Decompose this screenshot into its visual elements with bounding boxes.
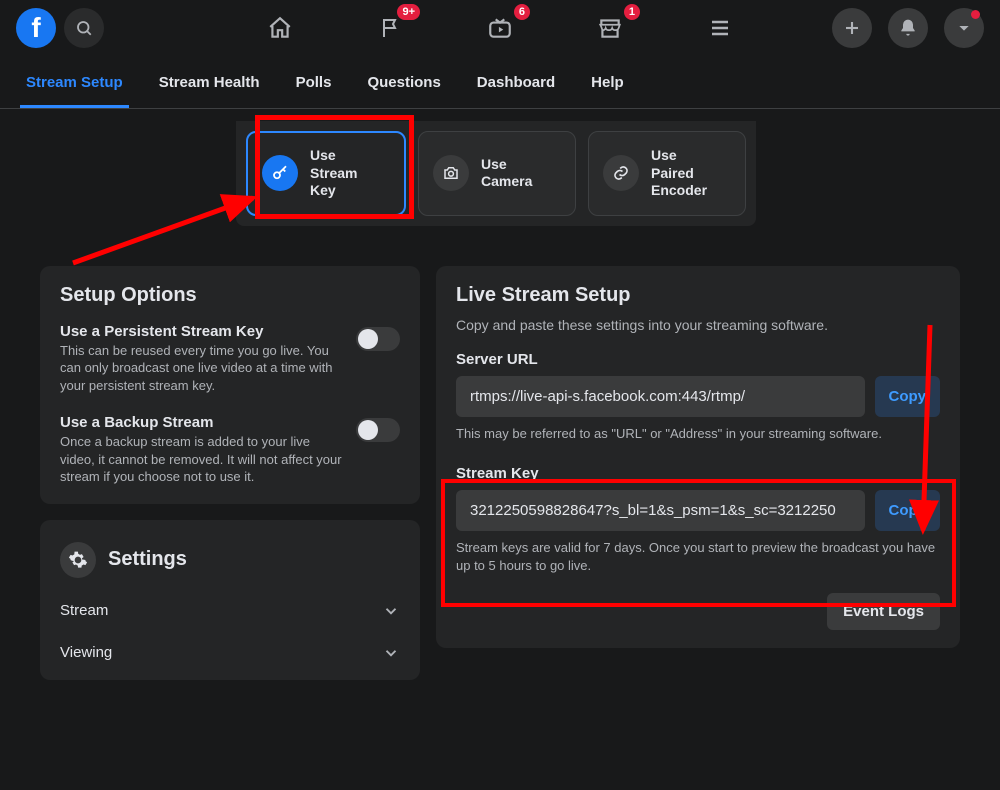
method-label: Use Stream Key [310,147,357,200]
marketplace-badge: 1 [624,4,640,20]
watch-icon [487,15,513,41]
watch-badge: 6 [514,4,530,20]
link-icon [603,155,639,191]
live-sub: Copy and paste these settings into your … [456,317,940,333]
toggle-persistent-key[interactable] [356,327,400,351]
option-backup-stream: Use a Backup Stream Once a backup stream… [60,408,400,486]
pages-badge: 9+ [397,4,420,20]
setup-options-panel: Setup Options Use a Persistent Stream Ke… [40,266,420,504]
settings-title: Settings [108,548,187,571]
top-bar: f 9+ 6 1 [0,0,1000,56]
bell-icon [898,18,918,38]
setup-options-title: Setup Options [60,284,400,307]
stream-key-hint: Stream keys are valid for 7 days. Once y… [456,539,940,575]
live-stream-setup-panel: Live Stream Setup Copy and paste these s… [436,266,960,649]
method-label: Use Paired Encoder [651,147,707,200]
account-button[interactable] [944,8,984,48]
caret-down-icon [956,20,972,36]
settings-row-viewing[interactable]: Viewing [60,632,400,674]
tab-polls[interactable]: Polls [290,66,338,108]
main-content: Setup Options Use a Persistent Stream Ke… [0,266,1000,680]
stream-key-value[interactable]: 3212250598828647?s_bl=1&s_psm=1&s_sc=321… [456,490,865,531]
tab-questions[interactable]: Questions [361,66,446,108]
nav-watch[interactable]: 6 [480,8,520,48]
chevron-down-icon [382,644,400,662]
chevron-down-icon [382,602,400,620]
nav-pages[interactable]: 9+ [370,8,410,48]
search-button[interactable] [64,8,104,48]
settings-row-label: Stream [60,602,108,619]
live-title: Live Stream Setup [456,284,940,307]
method-use-paired-encoder[interactable]: Use Paired Encoder [588,131,746,216]
facebook-logo-letter: f [31,14,40,42]
camera-icon [433,155,469,191]
nav-marketplace[interactable]: 1 [590,8,630,48]
option-title: Use a Persistent Stream Key [60,323,344,340]
home-icon [267,15,293,41]
plus-icon [843,19,861,37]
flag-icon [378,16,402,40]
annotation-arrow-2 [905,320,945,550]
settings-row-label: Viewing [60,644,112,661]
server-url-hint: This may be referred to as "URL" or "Add… [456,425,940,443]
method-use-camera[interactable]: Use Camera [418,131,576,216]
server-url-label: Server URL [456,351,940,368]
nav-menu[interactable] [700,8,740,48]
toggle-backup-stream[interactable] [356,418,400,442]
method-use-stream-key[interactable]: Use Stream Key [246,131,406,216]
notifications-button[interactable] [888,8,928,48]
event-logs-button[interactable]: Event Logs [827,593,940,630]
option-desc: Once a backup stream is added to your li… [60,433,344,486]
tab-stream-health[interactable]: Stream Health [153,66,266,108]
stream-key-label: Stream Key [456,465,940,482]
option-persistent-key: Use a Persistent Stream Key This can be … [60,317,400,409]
nav-home[interactable] [260,8,300,48]
tab-stream-setup[interactable]: Stream Setup [20,66,129,108]
facebook-logo[interactable]: f [16,8,56,48]
server-url-value[interactable]: rtmps://live-api-s.facebook.com:443/rtmp… [456,376,865,417]
gear-icon [60,542,96,578]
method-label: Use Camera [481,156,532,191]
create-button[interactable] [832,8,872,48]
account-notification-dot [971,10,980,19]
hamburger-icon [708,16,732,40]
annotation-arrow-1 [68,168,268,278]
settings-row-stream[interactable]: Stream [60,590,400,632]
stream-subnav: Stream Setup Stream Health Polls Questio… [0,56,1000,109]
option-desc: This can be reused every time you go liv… [60,342,344,395]
tab-help[interactable]: Help [585,66,630,108]
marketplace-icon [597,15,623,41]
option-title: Use a Backup Stream [60,414,344,431]
settings-panel: Settings Stream Viewing [40,520,420,680]
stream-method-group: Use Stream Key Use Camera Use Paired Enc… [236,121,756,226]
search-icon [75,19,93,37]
tab-dashboard[interactable]: Dashboard [471,66,561,108]
right-icons [824,8,984,48]
